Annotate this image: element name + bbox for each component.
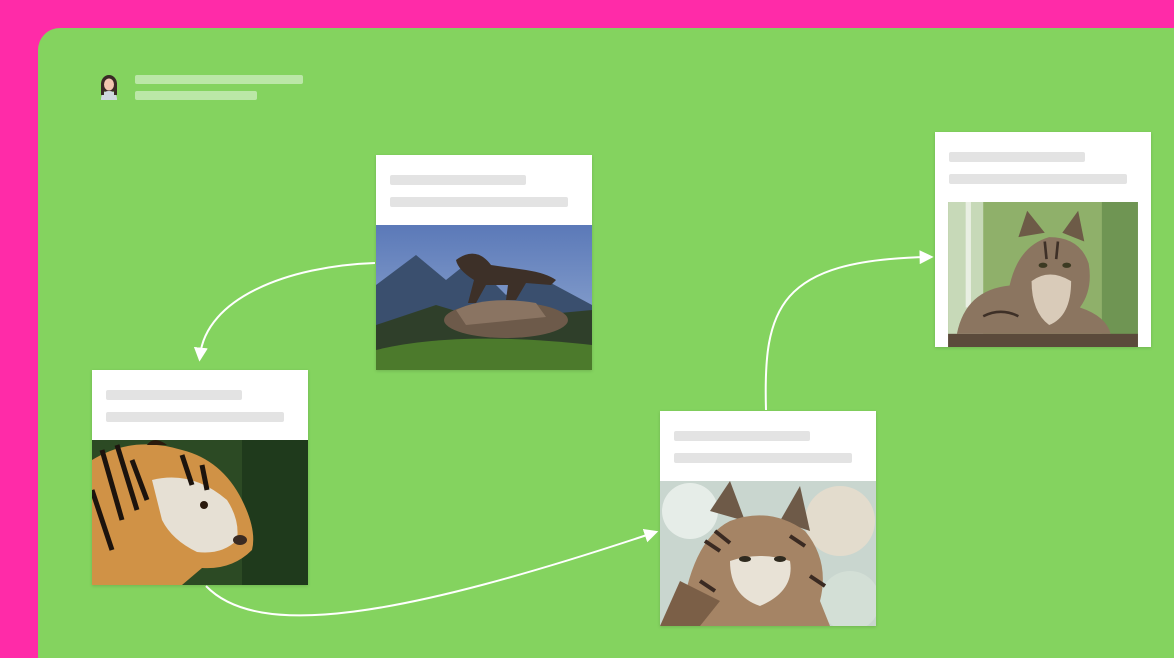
connector-lynx-to-maine-coon[interactable] <box>764 250 934 411</box>
connector-leopard-to-tiger[interactable] <box>193 262 376 362</box>
card-title-placeholder <box>106 390 242 400</box>
card-subtitle-placeholder <box>106 412 284 422</box>
lynx-photo <box>660 481 876 626</box>
card-lynx[interactable] <box>660 411 876 626</box>
tiger-photo <box>92 440 308 585</box>
card-title-placeholder <box>674 431 810 441</box>
card-subtitle-placeholder <box>390 197 568 207</box>
card-maine-coon[interactable] <box>935 132 1151 347</box>
card-leopard[interactable] <box>376 155 592 370</box>
card-title-placeholder <box>390 175 526 185</box>
owner-subtitle-placeholder <box>135 91 257 100</box>
card-title-placeholder <box>949 152 1085 162</box>
whiteboard-canvas[interactable] <box>38 28 1174 658</box>
card-tiger[interactable] <box>92 370 308 585</box>
card-header <box>376 155 592 225</box>
owner-name-placeholder <box>135 75 303 84</box>
leopard-on-rock-photo <box>376 225 592 370</box>
card-header <box>935 132 1151 202</box>
card-subtitle-placeholder <box>949 174 1127 184</box>
maine-coon-cat-photo <box>948 202 1138 347</box>
card-subtitle-placeholder <box>674 453 852 463</box>
user-avatar-icon[interactable] <box>98 74 120 100</box>
card-header <box>92 370 308 440</box>
card-header <box>660 411 876 481</box>
